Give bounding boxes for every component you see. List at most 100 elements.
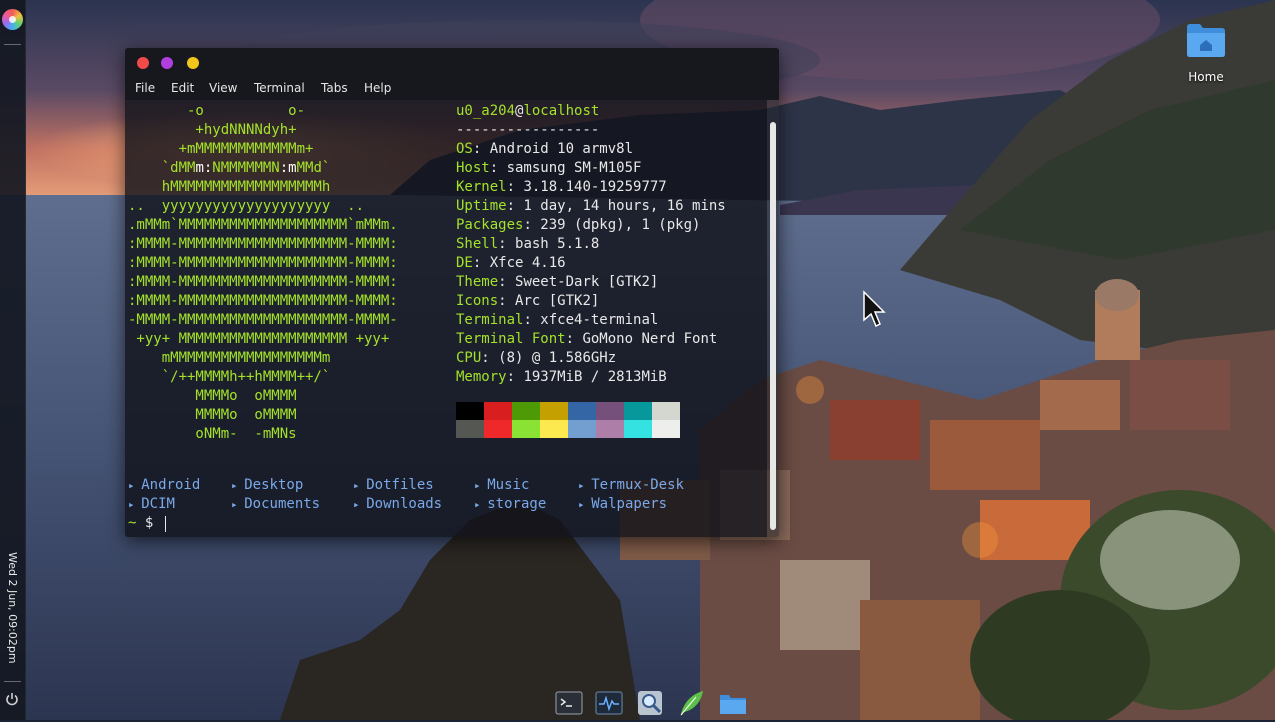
- info-line-memory: Memory: 1937MiB / 2813MiB: [456, 369, 667, 385]
- panel-clock[interactable]: Wed 2 Jun, 09:02pm: [1, 552, 23, 672]
- terminal-output[interactable]: -o o- +hydNNNNdyh+ +mMMMMMMMMMMMMm+ `dMM…: [125, 100, 767, 537]
- ascii-logo-line: .. yyyyyyyyyyyyyyyyyyyy ..: [128, 198, 365, 214]
- info-value: xfce4-terminal: [540, 312, 659, 328]
- text-cursor: [165, 516, 166, 532]
- directory-entry[interactable]: ▸ Downloads: [353, 495, 442, 514]
- terminal-icon[interactable]: [554, 688, 584, 718]
- folder-icon: ▸: [231, 498, 245, 511]
- menu-terminal[interactable]: Terminal: [254, 81, 305, 95]
- directory-entry[interactable]: ▸ Dotfiles: [353, 476, 434, 495]
- ascii-logo-line: oNMm- -mMNs: [128, 426, 297, 442]
- mouse-pointer: [862, 290, 886, 330]
- app-menu-icon[interactable]: [2, 9, 23, 30]
- vertical-scrollbar[interactable]: [767, 100, 779, 537]
- folder-icon[interactable]: [718, 688, 748, 718]
- ascii-logo-line: MMMMo oMMMM: [128, 388, 297, 404]
- palette-swatch: [512, 402, 540, 420]
- info-line-theme: Theme: Sweet-Dark [GTK2]: [456, 274, 659, 290]
- palette-swatch: [596, 420, 624, 438]
- ascii-logo-line: `dMMm:NMMMMMMN:mMMd`: [128, 159, 331, 178]
- minimize-button[interactable]: [187, 57, 199, 69]
- info-key: Packages: [456, 217, 524, 233]
- logo-segment: NMMMMMMN: [212, 160, 280, 176]
- palette-swatch: [484, 402, 512, 420]
- palette-swatch: [624, 402, 652, 420]
- panel-separator: [4, 681, 21, 682]
- info-line-terminal-font: Terminal Font: GoMono Nerd Font: [456, 331, 718, 347]
- directory-entry[interactable]: ▸ Walpapers: [578, 495, 667, 514]
- info-value: (8) @ 1.586GHz: [498, 350, 617, 366]
- search-icon[interactable]: [636, 688, 666, 718]
- ascii-logo-line: -o o-: [128, 103, 306, 119]
- ascii-logo-line: mMMMMMMMMMMMMMMMMMMm: [128, 350, 331, 366]
- menu-help[interactable]: Help: [364, 81, 391, 95]
- menu-bar: File Edit View Terminal Tabs Help: [125, 78, 779, 100]
- directory-entry[interactable]: ▸ Desktop: [231, 476, 303, 495]
- desktop-icon-home[interactable]: Home: [1178, 22, 1234, 84]
- directory-name: Walpapers: [591, 496, 668, 512]
- directory-entry[interactable]: ▸ Documents: [231, 495, 320, 514]
- info-line-icons: Icons: Arc [GTK2]: [456, 293, 600, 309]
- palette-swatch: [456, 402, 484, 420]
- info-key: DE: [456, 255, 473, 271]
- scrollbar-thumb[interactable]: [770, 122, 776, 530]
- dock: [548, 684, 756, 720]
- ascii-logo-line: :MMMM-MMMMMMMMMMMMMMMMMMMM-MMMM:: [128, 293, 398, 309]
- info-line-kernel: Kernel: 3.18.140-19259777: [456, 179, 667, 195]
- palette-swatch: [596, 402, 624, 420]
- directory-entry[interactable]: ▸ Music: [474, 476, 529, 495]
- window-titlebar[interactable]: [125, 48, 779, 78]
- terminal-window[interactable]: File Edit View Terminal Tabs Help -o o- …: [125, 48, 779, 537]
- folder-icon: ▸: [474, 498, 488, 511]
- info-key: Terminal Font: [456, 331, 566, 347]
- ascii-logo-line: `/++MMMMh++hMMMM++/`: [128, 369, 331, 385]
- desktop-icon-label: Home: [1188, 70, 1224, 84]
- shell-prompt[interactable]: ~ $: [128, 514, 153, 533]
- feather-icon[interactable]: [676, 688, 706, 718]
- activity-monitor-icon[interactable]: [594, 688, 624, 718]
- ascii-logo-line: :MMMM-MMMMMMMMMMMMMMMMMMMM-MMMM:: [128, 274, 398, 290]
- directory-name: Desktop: [244, 477, 304, 493]
- info-value: 1937MiB / 2813MiB: [523, 369, 667, 385]
- panel-separator: [4, 44, 21, 45]
- folder-icon: ▸: [128, 498, 142, 511]
- info-value: samsung SM-M105F: [506, 160, 642, 176]
- close-button[interactable]: [137, 57, 149, 69]
- power-icon[interactable]: [5, 692, 19, 706]
- ascii-logo-line: MMMMo oMMMM: [128, 407, 297, 423]
- info-line-terminal: Terminal: xfce4-terminal: [456, 312, 659, 328]
- directory-entry[interactable]: ▸ DCIM: [128, 495, 175, 514]
- info-key: Theme: [456, 274, 499, 290]
- username: u0_a204: [456, 103, 516, 119]
- logo-segment: MMd`: [296, 160, 331, 176]
- folder-icon: ▸: [353, 479, 367, 492]
- info-line-shell: Shell: bash 5.1.8: [456, 236, 600, 252]
- directory-name: Documents: [244, 496, 321, 512]
- menu-file[interactable]: File: [135, 81, 155, 95]
- separator-line: -----------------: [456, 122, 600, 138]
- info-value: 1 day, 14 hours, 16 mins: [523, 198, 726, 214]
- directory-entry[interactable]: ▸ Termux-Desk: [578, 476, 684, 495]
- directory-name: Downloads: [366, 496, 443, 512]
- info-line-packages: Packages: 239 (dpkg), 1 (pkg): [456, 217, 701, 233]
- logo-segment: `dMM: [128, 160, 196, 176]
- directory-entry[interactable]: ▸ Android: [128, 476, 200, 495]
- ascii-logo-line: .mMMm`MMMMMMMMMMMMMMMMMMMM`mMMm.: [128, 217, 398, 233]
- menu-edit[interactable]: Edit: [171, 81, 194, 95]
- folder-icon: ▸: [353, 498, 367, 511]
- hostname: localhost: [523, 103, 600, 119]
- maximize-button[interactable]: [161, 57, 173, 69]
- menu-view[interactable]: View: [209, 81, 237, 95]
- info-value: Xfce 4.16: [489, 255, 566, 271]
- directory-name: Termux-Desk: [591, 477, 684, 493]
- info-line-de: DE: Xfce 4.16: [456, 255, 566, 271]
- menu-tabs[interactable]: Tabs: [321, 81, 348, 95]
- folder-icon: ▸: [578, 498, 592, 511]
- user-host-line: u0_a204@localhost: [456, 102, 599, 121]
- directory-name: Dotfiles: [366, 477, 434, 493]
- info-value: Arc [GTK2]: [515, 293, 600, 309]
- directory-entry[interactable]: ▸ storage: [474, 495, 546, 514]
- prompt-tilde: ~: [128, 515, 137, 531]
- palette-swatch: [624, 420, 652, 438]
- folder-icon: ▸: [474, 479, 488, 492]
